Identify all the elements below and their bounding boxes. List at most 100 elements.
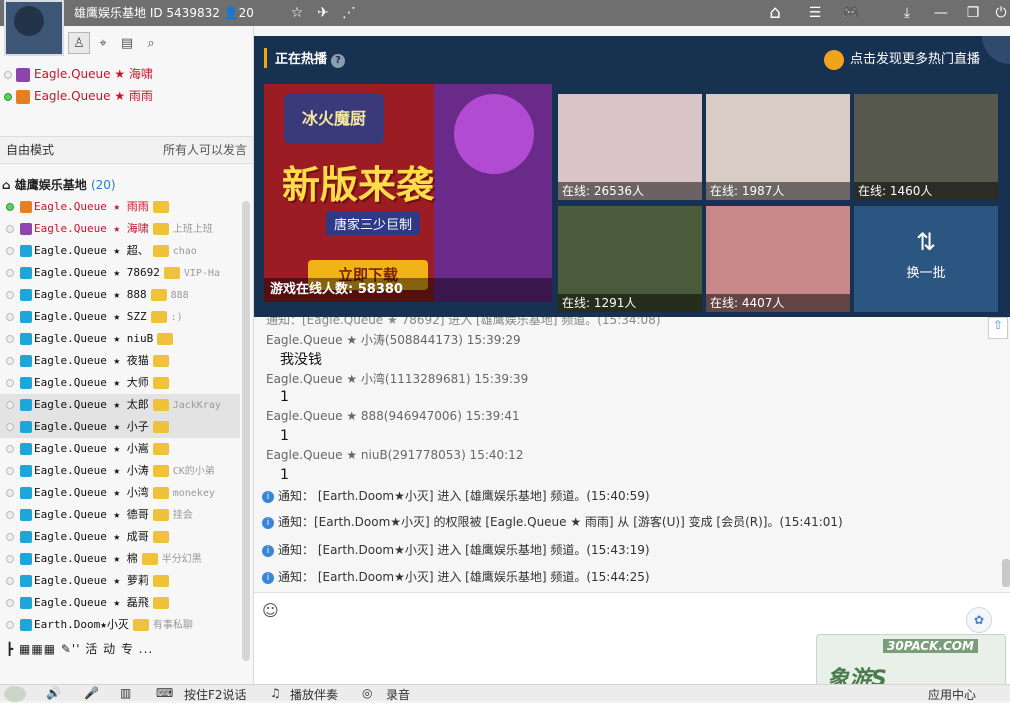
location-icon[interactable]: ⌖ [92,32,114,54]
clipboard-icon[interactable]: ▤ [116,32,138,54]
list-icon[interactable]: ☰ [804,2,826,24]
thumb-caption: 在线: 1460人 [854,182,998,200]
chat-fragment: 通知：[Eagle.Queue ★ 78692] 进入 [雄鹰娱乐基地] 频道。… [266,317,661,327]
member-row[interactable]: Eagle.Queue ★ niuB [0,328,240,350]
status-dot-icon [6,291,14,299]
refresh-batch-button[interactable]: ⇅ 换一批 [854,206,998,312]
flower-icon[interactable]: ✿ [966,607,992,633]
member-row[interactable]: Eagle.Queue ★ 雨雨 [0,196,240,218]
member-row[interactable]: Eagle.Queue ★ 夜猫 [0,350,240,372]
member-signature: chao [172,246,197,257]
member-row[interactable]: Eagle.Queue ★ 小湾 monekey [0,482,240,504]
speaker-icon[interactable]: 🔊 [46,686,61,700]
member-name: Eagle.Queue ★ 小子 [34,420,149,433]
minimize-icon[interactable]: — [930,2,952,24]
member-row[interactable]: Eagle.Queue ★ 小子 [0,416,240,438]
scroll-top-icon[interactable]: ⇧ [988,317,1008,339]
more-live-link[interactable]: 点击发现更多热门直播 [824,48,980,70]
mode-label[interactable]: 自由模式 [6,137,54,163]
member-list: Eagle.Queue ★ 雨雨 Eagle.Queue ★ 海啸 上班上班 Eagl… [0,196,240,636]
share-icon[interactable]: ⋰ [338,2,360,24]
shirt-icon [20,553,32,565]
member-row[interactable]: Eagle.Queue ★ 小嵩 [0,438,240,460]
power-icon[interactable]: ⏻ [990,2,1010,24]
chat-text: 1 [280,389,289,405]
admin-name: Eagle.Queue ★ 雨雨 [34,89,153,103]
download-icon[interactable]: ⤓ [896,2,918,24]
emoji-icon[interactable]: ☺ [262,601,279,620]
crown-icon [152,465,169,477]
member-row[interactable]: Eagle.Queue ★ SZZ:) [0,306,240,328]
shirt-icon [20,333,32,345]
collapse-icon[interactable] [982,36,1010,64]
member-row[interactable]: Eagle.Queue ★ 大师 [0,372,240,394]
member-row[interactable]: Eagle.Queue ★ 超、 chao [0,240,240,262]
info-icon: i [262,544,274,557]
member-name: Eagle.Queue ★ 德哥 [34,508,149,521]
play-accompaniment[interactable]: 播放伴奏 [290,686,338,703]
member-row[interactable]: Eagle.Queue ★ 成哥 [0,526,240,548]
member-row[interactable]: Eagle.Queue ★ 888 888 [0,284,240,306]
keyboard-icon[interactable]: ⌨ [156,686,173,700]
crown-icon [163,267,180,279]
member-scrollbar[interactable] [242,201,250,661]
live-thumb[interactable]: 在线: 1291人 [558,206,702,312]
member-signature: :) [170,312,183,323]
crown-icon [152,597,169,609]
member-name: Eagle.Queue ★ 夜猫 [34,354,149,367]
chat-scrollbar[interactable] [1002,559,1010,587]
member-name: Eagle.Queue ★ SZZ [34,310,147,323]
equalizer-icon[interactable]: ▥ [120,686,131,700]
app-center[interactable]: 应用中心 [928,686,976,703]
record-button[interactable]: 录音 [386,686,410,703]
role-icon [16,89,30,104]
member-row[interactable]: Earth.Doom★小灭 有事私聊 [0,614,240,636]
live-thumb[interactable]: 在线: 1460人 [854,94,998,200]
plane-icon[interactable]: ✈ [312,2,334,24]
notice-line: i 通知： [Earth.Doom★小灭] 进入 [雄鹰娱乐基地] 频道。(15:… [262,541,650,558]
chat-meta: Eagle.Queue ★ niuB(291778053) 15:40:12 [266,448,524,462]
shirt-icon [20,201,32,213]
push-to-talk[interactable]: 按住F2说话 [184,686,247,703]
game-banner[interactable]: 冰火魔厨 新版来袭 唐家三少巨制 立即下载 游戏在线人数: 58380 [264,84,552,302]
member-row[interactable]: Eagle.Queue ★ 萝莉 [0,570,240,592]
channel-count: (20) [90,178,116,192]
member-name: Earth.Doom★小灭 [34,618,129,631]
restore-icon[interactable]: ❐ [962,2,984,24]
member-row[interactable]: Eagle.Queue ★ 海啸 上班上班 [0,218,240,240]
member-row[interactable]: Eagle.Queue ★ 磊飛 [0,592,240,614]
member-row[interactable]: Eagle.Queue ★ 德哥 挂会 [0,504,240,526]
member-row[interactable]: Eagle.Queue ★ 太郎 JackKray [0,394,240,416]
member-row[interactable]: Eagle.Queue ★ 小涛 CK的小弟 [0,460,240,482]
user-avatar[interactable] [4,686,26,702]
member-name: Eagle.Queue ★ niuB [34,332,154,345]
shirt-icon [20,223,32,235]
left-tabs: ♙ ⌖ ▤ ⌕ [68,32,164,56]
chat-meta: Eagle.Queue ★ 888(946947006) 15:39:41 [266,409,520,423]
record-icon[interactable]: ◎ [362,686,372,700]
live-thumb[interactable]: 在线: 26536人 [558,94,702,200]
live-thumb[interactable]: 在线: 4407人 [706,206,850,312]
star-icon[interactable]: ☆ [286,2,308,24]
channel-header[interactable]: ⌂ 雄鹰娱乐基地 (20) [2,176,116,193]
admin-item[interactable]: Eagle.Queue ★ 雨雨 [4,86,153,106]
member-row[interactable]: Eagle.Queue ★ 棉 半分幻黑 [0,548,240,570]
member-row[interactable]: Eagle.Queue ★ 78692 VIP-Ha [0,262,240,284]
help-icon[interactable]: ? [331,54,346,68]
channel-avatar[interactable] [4,0,64,56]
crown-icon [152,531,169,543]
admin-item[interactable]: Eagle.Queue ★ 海啸 [4,64,153,84]
crown-icon [152,509,169,521]
person-icon[interactable]: ♙ [68,32,90,54]
music-icon[interactable]: ♫ [270,686,281,700]
chat-text: 1 [280,467,289,483]
status-dot-icon [6,247,14,255]
channel-name: 雄鹰娱乐基地 [14,178,87,192]
live-thumb[interactable]: 在线: 1987人 [706,94,850,200]
mic-icon[interactable]: 🎤 [84,686,99,700]
home-icon[interactable]: ⌂ [764,2,786,24]
info-icon: i [262,490,274,503]
crown-icon [152,223,169,235]
gamepad-icon[interactable]: 🎮 [840,2,862,24]
search-icon[interactable]: ⌕ [140,32,162,54]
